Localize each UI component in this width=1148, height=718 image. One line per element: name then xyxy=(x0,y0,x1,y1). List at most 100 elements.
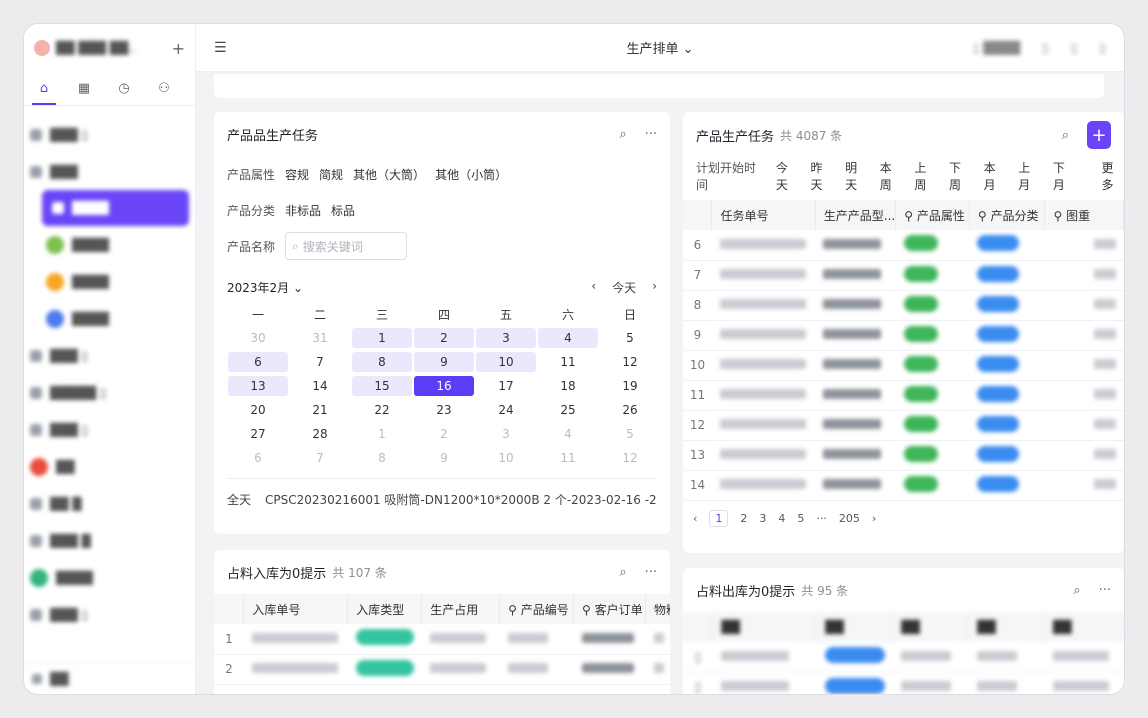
filter-option[interactable]: 标品 xyxy=(331,202,355,219)
table-row[interactable]: 1 xyxy=(214,624,670,655)
calendar-day[interactable]: 11 xyxy=(537,446,599,470)
calendar-day[interactable]: 9 xyxy=(413,446,475,470)
column-header[interactable]: ⚲ 产品编号 xyxy=(499,594,575,624)
search-icon[interactable]: ⌕ xyxy=(1062,128,1069,143)
filter-option[interactable]: 其他（小筒） xyxy=(435,166,507,183)
search-icon[interactable]: ⌕ xyxy=(1073,583,1080,598)
calendar-day[interactable]: 27 xyxy=(227,422,289,446)
table-row[interactable]: ▯ xyxy=(683,642,1124,673)
calendar-day[interactable]: 3 xyxy=(475,326,537,350)
calendar-day[interactable]: 6 xyxy=(227,350,289,374)
calendar-day[interactable]: 21 xyxy=(289,398,351,422)
calendar-day[interactable]: 1 xyxy=(351,326,413,350)
calendar-day[interactable]: 14 xyxy=(289,374,351,398)
sidebar-item[interactable]: ███ xyxy=(24,153,195,190)
more-icon[interactable]: ··· xyxy=(645,127,657,142)
sidebar-item[interactable]: ████ xyxy=(24,263,195,300)
page-button[interactable]: 1 xyxy=(709,510,729,527)
sidebar-item[interactable]: ██ xyxy=(24,448,195,485)
user-menu[interactable]: ▯ ████ xyxy=(973,41,1020,55)
sidebar-item[interactable]: ███ ▯ xyxy=(24,596,195,633)
workspace-header[interactable]: ██ ███ ██.. + xyxy=(24,24,195,72)
table-row[interactable]: 10 xyxy=(683,350,1124,381)
filter-option[interactable]: 非标品 xyxy=(285,202,321,219)
more-icon[interactable]: ··· xyxy=(1099,583,1111,598)
quick-option[interactable]: 本周 xyxy=(880,159,903,193)
allday-event[interactable]: CPSC20230216001 吸附筒-DN1200*10*2000B 2 个-… xyxy=(265,491,657,508)
table-row[interactable]: 2 xyxy=(214,654,670,685)
calendar-day[interactable]: 12 xyxy=(599,446,661,470)
calendar-day[interactable]: 9 xyxy=(413,350,475,374)
calendar-day[interactable]: 10 xyxy=(475,350,537,374)
column-header[interactable]: 生产占用 xyxy=(421,594,501,624)
calendar-day[interactable]: 2 xyxy=(413,326,475,350)
filter-option[interactable]: 其他（大筒） xyxy=(353,166,425,183)
calendar-day[interactable]: 3 xyxy=(475,422,537,446)
sidebar-item[interactable]: ███ ▯ xyxy=(24,116,195,153)
calendar-day[interactable]: 1 xyxy=(351,422,413,446)
calendar-day[interactable]: 11 xyxy=(537,350,599,374)
table-row[interactable]: 14 xyxy=(683,470,1124,501)
calendar-day[interactable]: 18 xyxy=(537,374,599,398)
allday-row[interactable]: 全天 CPSC20230216001 吸附筒-DN1200*10*2000B 2… xyxy=(227,478,657,508)
table-row[interactable]: 7 xyxy=(683,260,1124,291)
calendar-day[interactable]: 6 xyxy=(227,446,289,470)
quick-option[interactable]: 上月 xyxy=(1018,159,1041,193)
column-header[interactable]: 物料 xyxy=(645,594,670,624)
prev-page-icon[interactable]: ‹ xyxy=(693,512,697,525)
filter-option[interactable]: 容规 xyxy=(285,166,309,183)
next-month-icon[interactable]: › xyxy=(652,279,657,296)
column-header[interactable]: 任务单号 xyxy=(711,200,816,230)
page-button[interactable]: 4 xyxy=(778,512,785,525)
calendar-day[interactable]: 8 xyxy=(351,446,413,470)
calendar-day[interactable]: 25 xyxy=(537,398,599,422)
table-row[interactable]: 11 xyxy=(683,380,1124,411)
column-header[interactable]: ⚲ 客户订单 xyxy=(573,594,646,624)
today-button[interactable]: 今天 xyxy=(612,279,636,296)
column-header[interactable]: 入库类型 xyxy=(347,594,423,624)
quick-option[interactable]: 今天 xyxy=(776,159,799,193)
quick-option[interactable]: 上周 xyxy=(914,159,937,193)
sidebar-item[interactable]: ████ xyxy=(24,300,195,337)
search-icon[interactable]: ⌕ xyxy=(619,565,626,580)
column-header[interactable]: 入库单号 xyxy=(243,594,349,624)
filter-option[interactable]: 简规 xyxy=(319,166,343,183)
calendar-day[interactable]: 5 xyxy=(599,326,661,350)
quick-option[interactable]: 下周 xyxy=(949,159,972,193)
calendar-day[interactable]: 4 xyxy=(537,326,599,350)
sidebar-item[interactable]: ███ ▯ xyxy=(24,411,195,448)
table-row[interactable]: 8 xyxy=(683,290,1124,321)
prev-month-icon[interactable]: ‹ xyxy=(591,279,596,296)
sidebar-item[interactable]: ████ xyxy=(24,559,195,596)
calendar-day[interactable]: 19 xyxy=(599,374,661,398)
sidebar-footer[interactable]: ██ xyxy=(24,662,195,694)
calendar-day[interactable]: 7 xyxy=(289,446,351,470)
sidebar-item[interactable]: █████ ▯ xyxy=(24,374,195,411)
column-header[interactable]: ⚲ 产品分类 xyxy=(969,200,1046,230)
quick-option[interactable]: 昨天 xyxy=(810,159,833,193)
next-page-icon[interactable]: › xyxy=(872,512,876,525)
column-header[interactable]: ⚲ 图重 xyxy=(1044,200,1124,230)
calendar-day[interactable]: 12 xyxy=(599,350,661,374)
page-button[interactable]: 3 xyxy=(759,512,766,525)
calendar-day[interactable]: 30 xyxy=(227,326,289,350)
sidebar-item[interactable]: ███ █ xyxy=(24,522,195,559)
calendar-day[interactable]: 24 xyxy=(475,398,537,422)
search-icon[interactable]: ⌕ xyxy=(619,127,626,142)
table-row[interactable]: 13 xyxy=(683,440,1124,471)
table-row[interactable]: 12 xyxy=(683,410,1124,441)
calendar-day[interactable]: 4 xyxy=(537,422,599,446)
column-header[interactable]: 生产产品型... xyxy=(815,200,897,230)
column-header[interactable]: ⚲ 产品属性 xyxy=(895,200,970,230)
notification-icon[interactable]: ▯ xyxy=(1042,41,1049,55)
calendar-day[interactable]: 22 xyxy=(351,398,413,422)
calendar-day[interactable]: 2 xyxy=(413,422,475,446)
calendar-day[interactable]: 5 xyxy=(599,422,661,446)
clock-tab-icon[interactable]: ◷ xyxy=(104,73,144,104)
page-button[interactable]: 2 xyxy=(740,512,747,525)
more-link[interactable]: 更多 xyxy=(1101,159,1124,193)
calendar-day[interactable]: 10 xyxy=(475,446,537,470)
calendar-day[interactable]: 23 xyxy=(413,398,475,422)
calendar-day[interactable]: 8 xyxy=(351,350,413,374)
message-icon[interactable]: ▯ xyxy=(1071,41,1078,55)
